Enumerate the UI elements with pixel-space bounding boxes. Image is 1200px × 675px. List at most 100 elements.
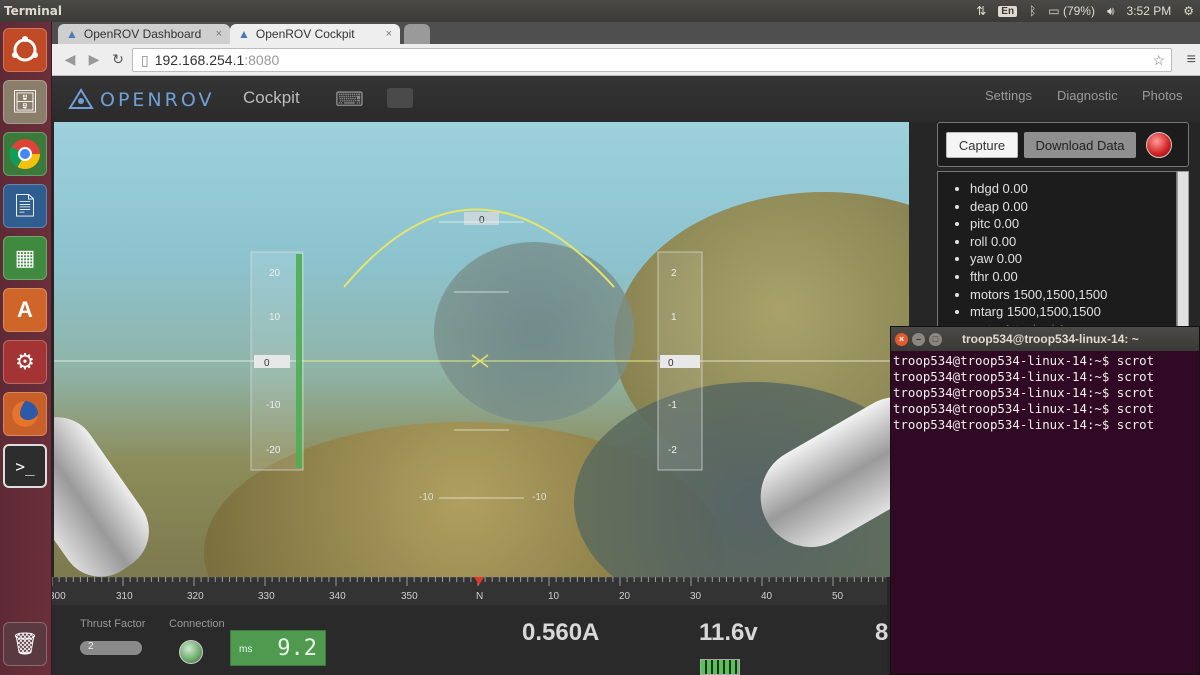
- thrust-factor-slider[interactable]: 2: [80, 641, 142, 655]
- maximize-window-button[interactable]: □: [929, 332, 942, 346]
- gear-icon[interactable]: ⚙: [1183, 4, 1194, 18]
- ping-unit: ms: [239, 644, 253, 655]
- ubuntu-dash-icon[interactable]: [3, 28, 47, 72]
- right-gauge-pointer: [660, 355, 700, 368]
- record-indicator[interactable]: [1146, 132, 1172, 158]
- openrov-logo-icon: [68, 88, 94, 109]
- system-settings-icon[interactable]: ⚙: [3, 340, 47, 384]
- trash-icon[interactable]: 🗑︎: [3, 622, 47, 666]
- telemetry-item: roll 0.00: [970, 233, 1176, 251]
- compass-label: 320: [187, 591, 204, 602]
- nav-settings[interactable]: Settings: [985, 88, 1032, 103]
- compass-label: 350: [401, 591, 418, 602]
- terminal-title: troop534@troop534-linux-14: ~: [962, 332, 1139, 346]
- battery-percent: (79%): [1062, 4, 1095, 18]
- terminal-window[interactable]: × – □ troop534@troop534-linux-14: ~ troo…: [890, 326, 1200, 675]
- back-icon[interactable]: ◀: [58, 51, 82, 68]
- openrov-favicon-icon: ▲: [66, 27, 78, 41]
- cockpit-header: OPENROV Cockpit ⌨ Settings Diagnostic Ph…: [52, 76, 1200, 122]
- writer-icon[interactable]: 📄︎: [3, 184, 47, 228]
- telemetry-item: deap 0.00: [970, 198, 1176, 216]
- connection-indicator: [179, 640, 203, 664]
- capture-panel: Capture Download Data: [937, 122, 1189, 167]
- current-reading: 0.560A: [522, 619, 600, 646]
- close-window-button[interactable]: ×: [895, 332, 908, 346]
- new-tab-button[interactable]: [404, 24, 430, 44]
- compass-label: 30: [690, 591, 702, 602]
- tab-label: OpenROV Cockpit: [255, 27, 355, 41]
- bluetooth-icon[interactable]: ᛒ: [1029, 4, 1036, 18]
- compass-ticks: 300 310 320 330 340 350 N 10 20 30 40 50: [49, 576, 887, 602]
- close-icon[interactable]: ×: [386, 28, 392, 40]
- chrome-icon[interactable]: [3, 132, 47, 176]
- telemetry-item: yaw 0.00: [970, 250, 1176, 268]
- firefox-icon[interactable]: [3, 392, 47, 436]
- left-gauge-tick: 10: [269, 312, 281, 323]
- keyboard-layout-indicator[interactable]: En: [998, 5, 1018, 17]
- nav-diagnostic[interactable]: Diagnostic: [1057, 88, 1118, 103]
- compass-label: 330: [258, 591, 275, 602]
- terminal-output[interactable]: troop534@troop534-linux-14:~$ scrot troo…: [891, 351, 1199, 433]
- compass-label: 310: [116, 591, 133, 602]
- volume-icon[interactable]: 🔊︎: [1107, 4, 1115, 19]
- minimize-window-button[interactable]: –: [912, 332, 925, 346]
- tab-openrov-dashboard[interactable]: ▲ OpenROV Dashboard ×: [58, 24, 230, 44]
- hud-overlay: 0 -10 -10 20 10 -10 -20 0 2 1 -1 -2 0: [54, 208, 909, 503]
- close-icon[interactable]: ×: [216, 28, 222, 40]
- page-icon: ▯: [141, 51, 149, 68]
- url-port: :8080: [244, 52, 280, 68]
- telemetry-list: hdgd 0.00 deap 0.00 pitc 0.00 roll 0.00 …: [937, 171, 1177, 331]
- right-gauge-tick: 1: [671, 312, 677, 323]
- left-gauge-value: 0: [264, 358, 270, 369]
- voltage-reading: 11.6v: [699, 619, 758, 646]
- compass-label: 40: [761, 591, 773, 602]
- battery-icon: ▭: [1048, 4, 1060, 18]
- tab-label: OpenROV Dashboard: [83, 27, 202, 41]
- firefox-logo-icon: [12, 401, 38, 427]
- heading-marker: [474, 577, 484, 585]
- pitch-label: -10: [419, 492, 434, 503]
- left-gauge-tick: -10: [266, 400, 281, 411]
- active-app-title: Terminal: [4, 4, 63, 18]
- ubuntu-logo-icon: [12, 36, 38, 62]
- telemetry-scrollbar[interactable]: [1177, 171, 1189, 331]
- terminal-line: troop534@troop534-linux-14:~$ scrot: [893, 417, 1155, 432]
- terminal-titlebar[interactable]: × – □ troop534@troop534-linux-14: ~: [891, 327, 1199, 351]
- nav-photos[interactable]: Photos: [1142, 88, 1182, 103]
- page-title: Cockpit: [243, 88, 300, 107]
- ping-display: ms 9.2: [230, 630, 326, 666]
- thrust-factor-label: Thrust Factor: [80, 618, 146, 630]
- battery-gauge-icon: [700, 659, 740, 675]
- bookmark-star-icon[interactable]: ☆: [1152, 52, 1165, 69]
- left-gauge-pointer: [254, 355, 290, 368]
- compass-label: 300: [52, 591, 66, 602]
- clock[interactable]: 3:52 PM: [1127, 4, 1172, 18]
- telemetry-item: motors 1500,1500,1500: [970, 286, 1176, 304]
- terminal-icon[interactable]: >_: [3, 444, 47, 488]
- video-feed: 0 -10 -10 20 10 -10 -20 0 2 1 -1 -2 0: [54, 122, 909, 577]
- address-bar[interactable]: ▯ 192.168.254.1:8080 ☆: [132, 48, 1172, 72]
- keyboard-icon[interactable]: ⌨: [335, 87, 364, 112]
- right-gauge-value: 0: [668, 358, 674, 369]
- reload-icon[interactable]: ↻: [106, 51, 130, 68]
- telemetry-item: mtarg 1500,1500,1500: [970, 303, 1176, 321]
- tab-bar: ▲ OpenROV Dashboard × ▲ OpenROV Cockpit …: [52, 22, 1200, 44]
- network-icon[interactable]: ⇅: [976, 4, 986, 18]
- toolbar: ◀ ▶ ↻ ▯ 192.168.254.1:8080 ☆ ≡: [52, 44, 1200, 76]
- capture-button[interactable]: Capture: [946, 132, 1018, 158]
- menu-icon[interactable]: ≡: [1187, 51, 1196, 69]
- battery-indicator[interactable]: ▭ (79%): [1048, 4, 1095, 18]
- software-center-icon[interactable]: A: [3, 288, 47, 332]
- pitch-label: -10: [532, 492, 547, 503]
- terminal-line: troop534@troop534-linux-14:~$ scrot: [893, 385, 1155, 400]
- camera-icon[interactable]: [387, 88, 413, 108]
- download-data-button[interactable]: Download Data: [1024, 132, 1136, 158]
- calc-icon[interactable]: ▦: [3, 236, 47, 280]
- files-icon[interactable]: 🗄︎: [3, 80, 47, 124]
- forward-icon[interactable]: ▶: [82, 51, 106, 68]
- compass-strip: 300 310 320 330 340 350 N 10 20 30 40 50: [49, 576, 887, 605]
- left-gauge-tick: -20: [266, 445, 281, 456]
- url-host: 192.168.254.1: [154, 52, 245, 68]
- compass-label: N: [476, 591, 483, 602]
- tab-openrov-cockpit[interactable]: ▲ OpenROV Cockpit ×: [230, 24, 400, 44]
